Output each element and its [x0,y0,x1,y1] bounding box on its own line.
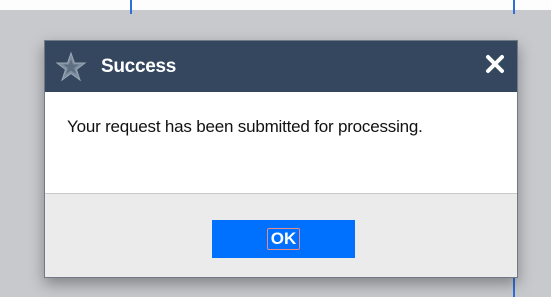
background-panel [0,0,551,10]
dialog-footer: OK [45,194,517,277]
background-border-right [513,0,515,14]
background-border-bottom-right [513,278,515,297]
dialog-body: Your request has been submitted for proc… [45,92,517,194]
dialog-message: Your request has been submitted for proc… [67,117,423,136]
dialog-title: Success [101,56,177,77]
close-button[interactable] [484,53,506,75]
close-icon[interactable] [484,53,506,75]
ok-button[interactable]: OK [212,220,355,258]
success-dialog: Success Your request has been submitted … [44,40,518,278]
dialog-header: Success [45,41,517,92]
ok-button-label: OK [266,228,301,250]
background-border-left [130,0,132,14]
star-icon [55,51,87,83]
